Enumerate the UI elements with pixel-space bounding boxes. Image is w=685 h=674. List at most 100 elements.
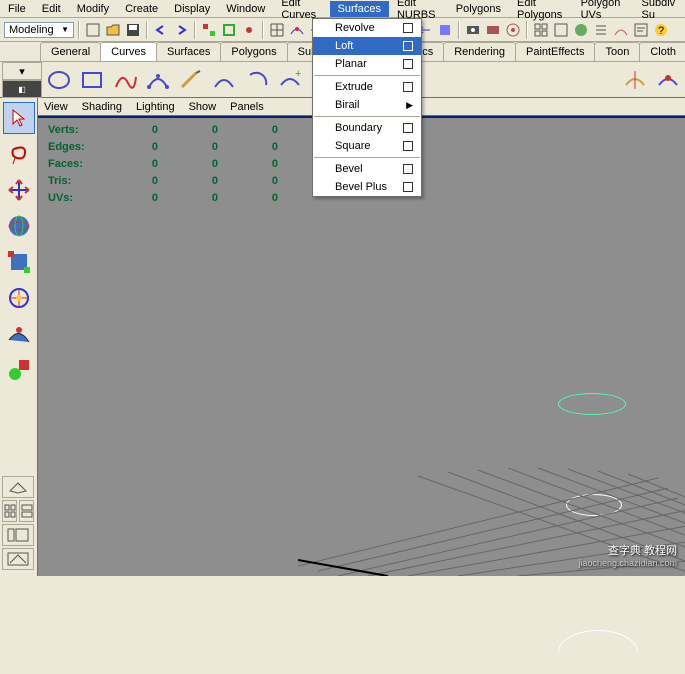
menu-item-loft[interactable]: Loft	[313, 37, 421, 55]
pencil-curve-icon[interactable]	[176, 65, 206, 95]
option-box-icon[interactable]	[403, 59, 413, 69]
shelf-tab-cloth[interactable]: Cloth	[639, 42, 685, 61]
select-object-icon[interactable]	[220, 21, 238, 39]
outliner-persp-button[interactable]	[2, 524, 34, 546]
open-scene-icon[interactable]	[104, 21, 122, 39]
shelf-tab-polygons[interactable]: Polygons	[220, 42, 287, 61]
ep-curve-icon[interactable]	[143, 65, 173, 95]
undo-icon[interactable]	[152, 21, 170, 39]
hud-row: Faces:000	[48, 158, 278, 170]
toolbox	[0, 98, 38, 576]
construction-history-icon[interactable]	[436, 21, 454, 39]
menu-item-revolve[interactable]: Revolve	[313, 19, 421, 37]
shelf-options-icon[interactable]: ◧	[2, 80, 42, 98]
svg-text:?: ?	[658, 25, 664, 37]
hypershade-icon[interactable]	[572, 21, 590, 39]
menu-item-bevel[interactable]: Bevel	[313, 160, 421, 178]
shelf-tab-general[interactable]: General	[40, 42, 101, 61]
menu-item-square[interactable]: Square	[313, 137, 421, 155]
chevron-down-icon: ▼	[61, 25, 69, 34]
scale-tool[interactable]	[3, 246, 35, 278]
hud-row: UVs:000	[48, 192, 278, 204]
select-tool[interactable]	[3, 102, 35, 134]
single-persp-button[interactable]	[2, 476, 34, 498]
single-view-icon[interactable]	[552, 21, 570, 39]
last-tool[interactable]	[3, 354, 35, 386]
option-box-icon[interactable]	[403, 23, 413, 33]
square-curve-icon[interactable]	[77, 65, 107, 95]
menu-display[interactable]: Display	[166, 1, 218, 17]
menu-edit-polygons[interactable]: Edit Polygons	[509, 0, 573, 23]
menu-item-boundary[interactable]: Boundary	[313, 119, 421, 137]
menu-item-birail[interactable]: Birail▶	[313, 96, 421, 114]
shelf-tab-painteffects[interactable]: PaintEffects	[515, 42, 596, 61]
menu-item-extrude[interactable]: Extrude	[313, 78, 421, 96]
persp-graph-button[interactable]	[2, 548, 34, 570]
hud-row: Verts:000	[48, 124, 278, 136]
option-box-icon[interactable]	[403, 82, 413, 92]
panel-menu-lighting[interactable]: Lighting	[136, 101, 175, 113]
circle-curve-icon[interactable]	[44, 65, 74, 95]
option-box-icon[interactable]	[403, 164, 413, 174]
manipulator-tool[interactable]	[3, 282, 35, 314]
select-component-icon[interactable]	[240, 21, 258, 39]
menu-subdiv-su[interactable]: Subdiv Su	[634, 0, 685, 23]
script-editor-icon[interactable]	[632, 21, 650, 39]
hud-row: Tris:000	[48, 175, 278, 187]
ipr-render-icon[interactable]	[484, 21, 502, 39]
mode-selector[interactable]: Modeling ▼	[4, 22, 74, 38]
menu-file[interactable]: File	[0, 1, 34, 17]
option-box-icon[interactable]	[403, 123, 413, 133]
snap-grid-icon[interactable]	[268, 21, 286, 39]
lasso-tool[interactable]	[3, 138, 35, 170]
add-points-icon[interactable]: +	[275, 65, 305, 95]
shelf-tab-toon[interactable]: Toon	[594, 42, 640, 61]
arc-3pt-icon[interactable]	[209, 65, 239, 95]
insert-knot-icon[interactable]	[653, 65, 683, 95]
shelf-tab-curves[interactable]: Curves	[100, 42, 157, 61]
menu-surfaces[interactable]: Surfaces	[330, 1, 389, 17]
select-hierarchy-icon[interactable]	[200, 21, 218, 39]
shelf-tab-surfaces[interactable]: Surfaces	[156, 42, 221, 61]
move-tool[interactable]	[3, 174, 35, 206]
panel-menu-panels[interactable]: Panels	[230, 101, 264, 113]
panel-menu-show[interactable]: Show	[189, 101, 217, 113]
separator	[146, 21, 148, 39]
outliner-icon[interactable]	[592, 21, 610, 39]
submenu-arrow-icon: ▶	[406, 100, 413, 111]
menu-create[interactable]: Create	[117, 1, 166, 17]
new-scene-icon[interactable]	[84, 21, 102, 39]
option-box-icon[interactable]	[403, 182, 413, 192]
menu-modify[interactable]: Modify	[69, 1, 117, 17]
save-scene-icon[interactable]	[124, 21, 142, 39]
option-box-icon[interactable]	[403, 41, 413, 51]
four-view-button[interactable]	[2, 500, 17, 522]
quad-view-icon[interactable]	[532, 21, 550, 39]
shelf-tab-rendering[interactable]: Rendering	[443, 42, 516, 61]
menu-separator	[314, 157, 420, 158]
render-icon[interactable]	[464, 21, 482, 39]
snap-curve-icon[interactable]	[288, 21, 306, 39]
option-box-icon[interactable]	[403, 141, 413, 151]
rotate-tool[interactable]	[3, 210, 35, 242]
redo-icon[interactable]	[172, 21, 190, 39]
menu-edit[interactable]: Edit	[34, 1, 69, 17]
graph-editor-icon[interactable]	[612, 21, 630, 39]
cv-curve-icon[interactable]	[110, 65, 140, 95]
menu-item-planar[interactable]: Planar	[313, 55, 421, 73]
two-stacked-button[interactable]	[19, 500, 34, 522]
arc-2pt-icon[interactable]	[242, 65, 272, 95]
menu-item-bevel-plus[interactable]: Bevel Plus	[313, 178, 421, 196]
menu-polygon-uvs[interactable]: Polygon UVs	[573, 0, 634, 23]
mode-label: Modeling	[9, 24, 54, 36]
panel-menu-shading[interactable]: Shading	[82, 101, 122, 113]
panel-menu-view[interactable]: View	[44, 101, 68, 113]
menu-window[interactable]: Window	[218, 1, 273, 17]
help-icon[interactable]: ?	[652, 21, 670, 39]
shelf-tab-select-icon[interactable]: ▾	[2, 62, 42, 80]
detach-curve-icon[interactable]	[620, 65, 650, 95]
soft-mod-tool[interactable]	[3, 318, 35, 350]
separator	[194, 21, 196, 39]
render-globals-icon[interactable]	[504, 21, 522, 39]
menu-polygons[interactable]: Polygons	[448, 1, 509, 17]
